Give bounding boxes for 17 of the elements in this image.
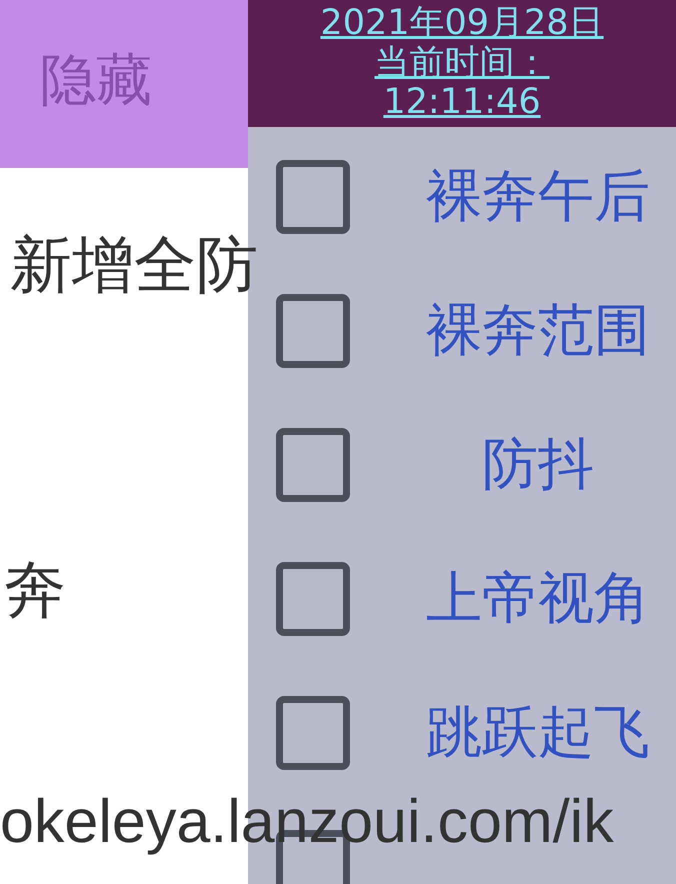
checkbox[interactable] (276, 696, 350, 770)
menu-item[interactable]: 新增全防 (0, 228, 258, 302)
date-text: 2021年09月28日 (320, 4, 604, 44)
option-label[interactable]: 上帝视角 (400, 565, 676, 633)
option-label[interactable]: 跳跃起飞 (400, 699, 676, 767)
menu-item[interactable]: 奔 (0, 553, 66, 628)
time-label: 当前时间： (374, 44, 550, 84)
option-label[interactable]: 防抖 (400, 431, 676, 499)
checkbox[interactable] (276, 562, 350, 636)
time-text: 12:11:46 (383, 83, 541, 124)
url-text: okeleya.lanzoui.com/ik (0, 788, 614, 855)
checkbox[interactable] (276, 294, 350, 368)
option-label[interactable]: 裸奔午后 (400, 163, 676, 231)
option-label[interactable]: 裸奔范围 (400, 297, 676, 365)
checkbox[interactable] (276, 428, 350, 502)
checkbox[interactable] (276, 160, 350, 234)
hide-button[interactable]: 隐藏 (0, 0, 248, 168)
